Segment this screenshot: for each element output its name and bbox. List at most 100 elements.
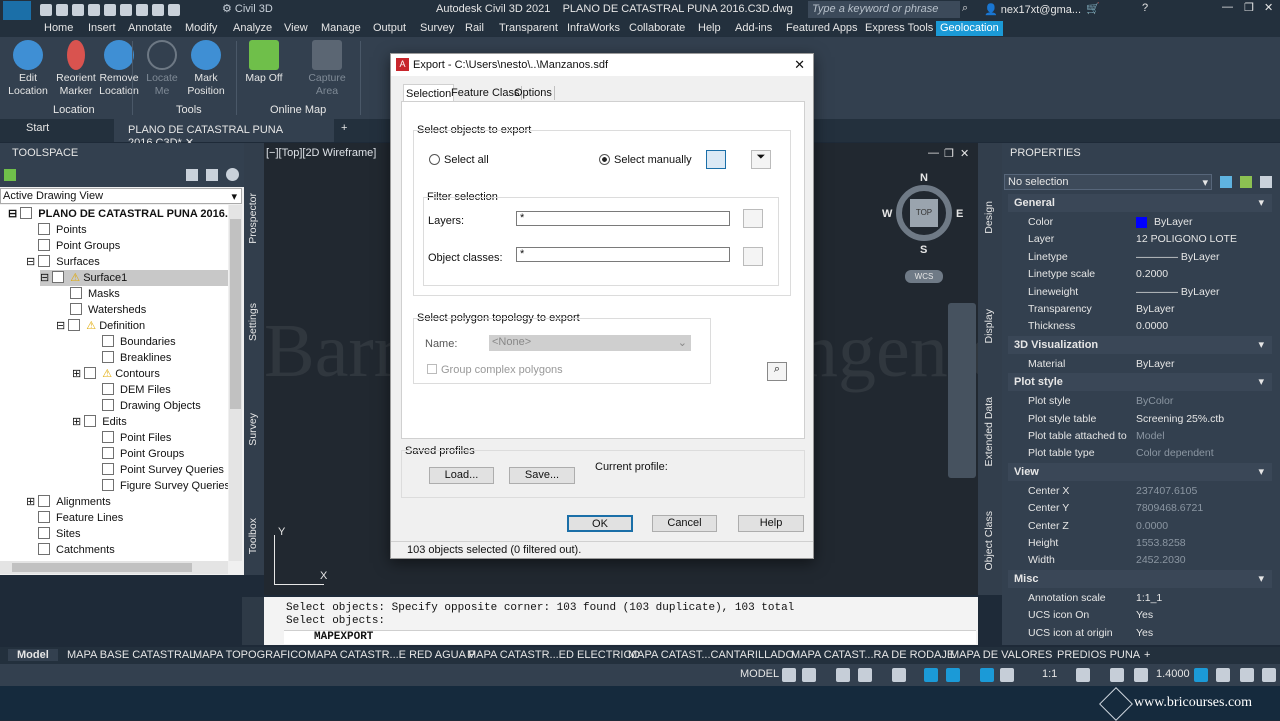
tab-prospector[interactable]: Prospector — [247, 193, 259, 244]
tab-display[interactable]: Display — [983, 309, 995, 343]
viewport-minimize-icon[interactable]: — — [928, 147, 939, 159]
tree-item[interactable]: ⊞ ⚠ Contours — [72, 366, 160, 382]
property-row[interactable]: Plot style ByColor — [1010, 393, 1272, 410]
polar-icon[interactable] — [858, 668, 872, 682]
viewport-controls[interactable]: [−][Top][2D Wireframe] — [266, 147, 376, 159]
undo-icon[interactable] — [152, 4, 164, 16]
object-snap-icon[interactable] — [946, 668, 960, 682]
layers-field[interactable]: * — [516, 211, 730, 226]
dialog-title-bar[interactable]: A Export - C:\Users\nesto\..\Manzanos.sd… — [391, 54, 813, 76]
map-off-button[interactable]: Map Off — [240, 40, 288, 85]
tree-root[interactable]: ⊟ PLANO DE CATASTRAL PUNA 2016.C3D — [8, 206, 228, 222]
help-icon[interactable]: ? — [1142, 2, 1148, 14]
tab-settings[interactable]: Settings — [247, 303, 259, 341]
edit-location-button[interactable]: Edit Location — [4, 40, 52, 98]
property-section-header[interactable]: Misc — [1008, 569, 1272, 588]
tree-item[interactable]: Catchments — [38, 542, 115, 558]
pickadd-icon[interactable] — [1260, 176, 1272, 188]
ribbon-tab[interactable]: Insert — [88, 22, 116, 34]
property-row[interactable]: Plot table attached to Model — [1010, 428, 1272, 445]
magnifier-icon[interactable]: ⌕ — [767, 362, 787, 381]
ribbon-tab[interactable]: Help — [698, 22, 721, 34]
property-row[interactable]: Height 1553.8258 — [1010, 535, 1272, 552]
ribbon-tab[interactable]: View — [284, 22, 308, 34]
snap-icon[interactable] — [802, 668, 816, 682]
viewcube[interactable]: TOP N S E W — [882, 172, 964, 257]
tree-item[interactable]: DEM Files — [102, 382, 171, 398]
ribbon-tab[interactable]: Manage — [321, 22, 361, 34]
open-web-icon[interactable] — [104, 4, 116, 16]
property-row[interactable]: Material ByLayer — [1010, 356, 1272, 373]
property-row[interactable]: Annotation scale 1:1_1 — [1010, 590, 1272, 607]
compass-south[interactable]: S — [920, 244, 927, 256]
isolate-icon[interactable] — [1194, 668, 1208, 682]
annotation-scale[interactable]: 1:1 — [1042, 668, 1057, 680]
select-manually-radio[interactable]: Select manually — [599, 154, 692, 166]
tree-item[interactable]: Masks — [70, 286, 120, 302]
viewport-restore-icon[interactable]: ❐ — [944, 147, 954, 160]
user-menu[interactable]: 👤 nex17xt@gma... — [984, 3, 1081, 16]
palette-icon[interactable] — [4, 169, 16, 181]
tab-design[interactable]: Design — [983, 201, 995, 234]
hardware-accel-icon[interactable] — [1216, 668, 1230, 682]
command-input[interactable]: MAPEXPORT — [284, 630, 976, 644]
restore-button[interactable]: ❐ — [1244, 1, 1254, 14]
ribbon-tab[interactable]: InfraWorks — [567, 22, 620, 34]
tree-item[interactable]: ⊞ Alignments — [26, 494, 111, 510]
viewport-close-icon[interactable]: ✕ — [960, 147, 969, 160]
tab-extended-data[interactable]: Extended Data — [983, 397, 995, 466]
ribbon-tab[interactable]: Express Tools — [865, 22, 933, 34]
tab-survey[interactable]: Survey — [247, 413, 259, 446]
property-section-header[interactable]: General — [1008, 194, 1272, 212]
classes-picker-icon[interactable] — [743, 247, 763, 266]
annotation-autoscale-icon[interactable] — [1000, 668, 1014, 682]
tab-start[interactable]: Start — [0, 122, 110, 134]
tree-item[interactable]: Feature Lines — [38, 510, 123, 526]
cancel-button[interactable]: Cancel — [652, 515, 717, 532]
compass-east[interactable]: E — [956, 208, 963, 220]
reorient-marker-button[interactable]: Reorient Marker — [52, 40, 100, 98]
dialog-close-icon[interactable]: ✕ — [794, 54, 805, 76]
tab-options[interactable]: Options — [512, 86, 555, 100]
ribbon-tab[interactable]: Analyze — [233, 22, 272, 34]
compass-west[interactable]: W — [882, 208, 892, 220]
layout-tab[interactable]: MAPA CATAST...RA DE RODAJE — [782, 649, 963, 661]
ribbon-tab[interactable]: Annotate — [128, 22, 172, 34]
lineweight-value[interactable]: 1.4000 — [1156, 668, 1190, 680]
open-icon[interactable] — [56, 4, 68, 16]
save-button[interactable]: Save... — [509, 467, 575, 484]
tab-current-drawing[interactable]: PLANO DE CATASTRAL PUNA 2016.C3D* ✕ — [114, 119, 334, 149]
ribbon-tab[interactable]: Add-ins — [735, 22, 772, 34]
ok-button[interactable]: OK — [567, 515, 633, 532]
ribbon-tab[interactable]: Transparent — [499, 22, 558, 34]
horizontal-scrollbar[interactable] — [0, 561, 228, 574]
vertical-scrollbar[interactable] — [229, 205, 242, 561]
object-classes-field[interactable]: * — [516, 247, 730, 262]
property-row[interactable]: UCS icon On Yes — [1010, 607, 1272, 624]
wcs-menu[interactable]: WCS — [905, 270, 943, 283]
search-icon[interactable]: ⌕ — [962, 2, 968, 15]
capture-area-button[interactable]: Capture Area — [303, 40, 351, 98]
lineweight-icon[interactable] — [1134, 668, 1148, 682]
tree-item[interactable]: ⊟ Surfaces — [26, 254, 100, 270]
tree-item[interactable]: Point Survey Queries — [102, 462, 224, 478]
property-row[interactable]: Center Y 7809468.6721 — [1010, 500, 1272, 517]
tree-item[interactable]: Drawing Objects — [102, 398, 201, 414]
property-row[interactable]: Center X 237407.6105 — [1010, 483, 1272, 500]
tree-item[interactable]: Point Files — [102, 430, 171, 446]
tree-item[interactable]: Figure Survey Queries — [102, 478, 228, 494]
layout-tab[interactable]: MAPA TOPOGRAFICO — [184, 649, 316, 661]
viewcube-top-face[interactable]: TOP — [910, 199, 938, 227]
tab-object-class[interactable]: Object Class — [983, 511, 995, 571]
command-line-handle[interactable] — [242, 597, 264, 645]
select-all-radio[interactable]: Select all — [429, 154, 489, 166]
layout-tab[interactable]: PREDIOS PUNA — [1048, 649, 1149, 661]
ortho-icon[interactable] — [836, 668, 850, 682]
help-button[interactable]: Help — [738, 515, 804, 532]
filter-icon[interactable]: ⏷ — [751, 150, 771, 169]
minimize-button[interactable]: — — [1222, 1, 1233, 13]
plus-icon[interactable] — [1110, 668, 1124, 682]
locate-me-button[interactable]: Locate Me — [138, 40, 186, 98]
property-row[interactable]: UCS icon at origin Yes — [1010, 625, 1272, 642]
property-row[interactable]: Transparency ByLayer — [1010, 301, 1272, 318]
